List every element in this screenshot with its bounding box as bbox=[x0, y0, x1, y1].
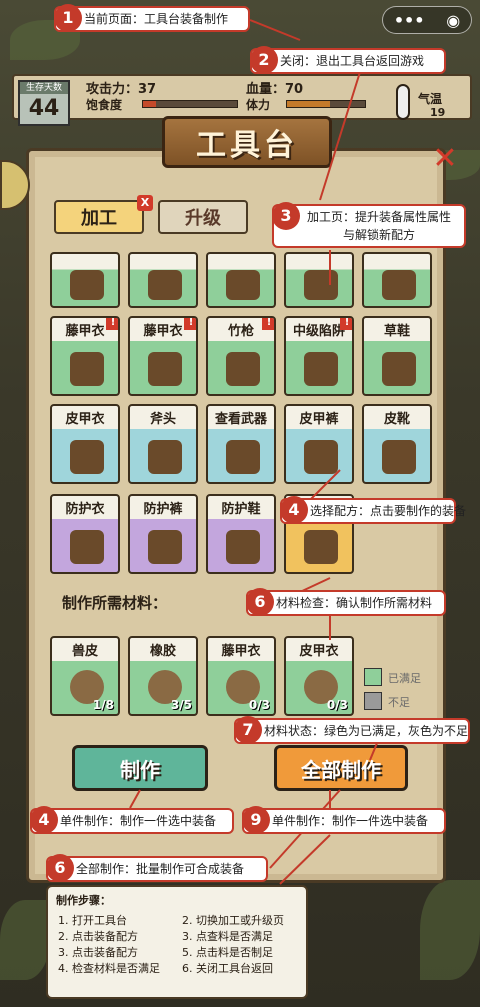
step-item: 1. 打开工具台 bbox=[58, 914, 127, 927]
step-item: 2. 切换加工或升级页 bbox=[182, 914, 284, 927]
steps-box: 制作步骤： 1. 打开工具台 2. 点击装备配方 3. 点击装备配方 4. 检查材料是… bbox=[46, 885, 308, 999]
callout-text: 单件制作：制作一件选中装备 bbox=[60, 814, 217, 828]
annotation-callout: 9 单件制作：制作一件选中装备 bbox=[242, 806, 446, 834]
callout-text: 材料状态：绿色为已满足，灰色为不足 bbox=[264, 724, 469, 738]
step-item: 6. 关闭工具台返回 bbox=[182, 962, 273, 975]
callout-text: 全部制作：批量制作可合成装备 bbox=[76, 862, 245, 876]
steps-left-column: 1. 打开工具台 2. 点击装备配方 3. 点击装备配方 4. 检查材料是否满足 bbox=[58, 913, 178, 977]
step-item: 3. 点查料是否满足 bbox=[182, 930, 273, 943]
step-item: 5. 点击料是否制足 bbox=[182, 946, 273, 959]
annotation-callout: 6 材料检查：确认制作所需材料 bbox=[246, 588, 446, 616]
callout-number: 2 bbox=[250, 46, 278, 74]
callout-text: 关闭：退出工具台返回游戏 bbox=[280, 54, 425, 68]
annotation-callout: 2 关闭：退出工具台返回游戏 bbox=[250, 46, 446, 74]
callout-number: 3 bbox=[272, 202, 300, 230]
callout-text: 材料检查：确认制作所需材料 bbox=[276, 596, 433, 610]
annotation-callout: 7 材料状态：绿色为已满足，灰色为不足 bbox=[234, 716, 470, 744]
callout-text: 选择配方：点击要制作的装备 bbox=[310, 504, 467, 518]
callout-number: 6 bbox=[246, 588, 274, 616]
annotation-callout: 6 全部制作：批量制作可合成装备 bbox=[46, 854, 268, 882]
callout-number: 7 bbox=[234, 716, 262, 744]
step-item: 3. 点击装备配方 bbox=[58, 946, 138, 959]
callout-number: 9 bbox=[242, 806, 270, 834]
annotation-callout: 4 单件制作：制作一件选中装备 bbox=[30, 806, 234, 834]
callout-number: 4 bbox=[30, 806, 58, 834]
callout-number: 6 bbox=[46, 854, 74, 882]
callout-number: 4 bbox=[280, 496, 308, 524]
annotation-callout: 4 选择配方：点击要制作的装备 bbox=[280, 496, 466, 524]
steps-title: 制作步骤： bbox=[56, 894, 111, 907]
callout-text: 当前页面：工具台装备制作 bbox=[84, 12, 229, 26]
annotation-callout: 1 当前页面：工具台装备制作 bbox=[54, 4, 250, 32]
annotation-callout: 3 加工页：提升装备属性属性与解锁新配方 bbox=[272, 202, 466, 248]
callout-text: 单件制作：制作一件选中装备 bbox=[272, 814, 429, 828]
steps-right-column: 2. 切换加工或升级页 3. 点查料是否满足 5. 点击料是否制足 6. 关闭工具台返… bbox=[182, 913, 302, 977]
callout-text: 加工页：提升装备属性属性与解锁新配方 bbox=[306, 210, 451, 242]
step-item: 2. 点击装备配方 bbox=[58, 930, 138, 943]
callout-number: 1 bbox=[54, 4, 82, 32]
step-item: 4. 检查材料是否满足 bbox=[58, 962, 160, 975]
